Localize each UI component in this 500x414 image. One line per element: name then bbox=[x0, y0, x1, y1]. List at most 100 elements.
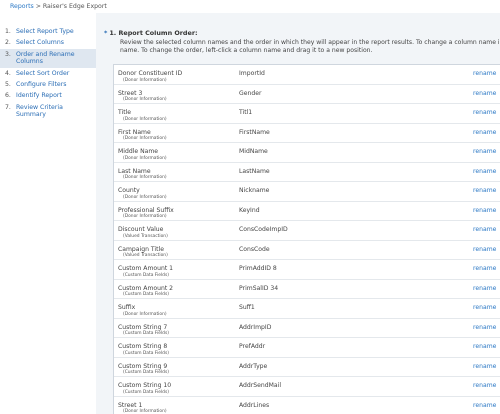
column-field-code: Nickname bbox=[239, 187, 270, 194]
column-name: Campaign Title bbox=[118, 245, 164, 253]
step-label: Order and Rename Columns bbox=[16, 50, 75, 66]
column-group: (Donor Information) bbox=[123, 409, 167, 414]
rename-link[interactable]: rename bbox=[473, 343, 496, 350]
column-order-list: Donor Constituent ID (Donor Information)… bbox=[113, 64, 500, 414]
column-field-code: AddrSendMail bbox=[239, 382, 282, 389]
step-identify-report[interactable]: 6. Identify Report bbox=[0, 90, 96, 101]
column-name: Suffix bbox=[118, 304, 136, 311]
rename-link[interactable]: rename bbox=[473, 70, 496, 77]
rename-link[interactable]: rename bbox=[473, 226, 496, 233]
column-row[interactable]: Last Name (Donor Information) LastName r… bbox=[114, 163, 500, 182]
column-name: Custom Amount 2 bbox=[118, 284, 174, 292]
column-name: Street 3 bbox=[118, 89, 143, 97]
rename-link[interactable]: rename bbox=[473, 187, 496, 194]
column-field-code: PrefAddr bbox=[239, 343, 266, 350]
rename-link[interactable]: rename bbox=[473, 109, 496, 116]
column-group: (Custom Data Fields) bbox=[123, 272, 169, 278]
column-name: Custom String 9 bbox=[118, 362, 168, 370]
step-select-sort-order[interactable]: 4. Select Sort Order bbox=[0, 68, 96, 79]
step-order-and-rename-columns[interactable]: 3. Order and Rename Columns bbox=[0, 48, 96, 68]
column-field-code: Titl1 bbox=[239, 109, 253, 116]
column-group: (Custom Data Fields) bbox=[123, 350, 169, 356]
column-field-code: AddrImpID bbox=[239, 323, 272, 331]
step-configure-filters[interactable]: 5. Configure Filters bbox=[0, 79, 96, 90]
column-name: Street 1 bbox=[118, 401, 143, 409]
column-row[interactable]: Professional Suffix (Donor Information) … bbox=[114, 202, 500, 221]
step-select-columns[interactable]: 2. Select Columns bbox=[0, 37, 96, 48]
column-row[interactable]: First Name (Donor Information) FirstName… bbox=[114, 124, 500, 143]
column-row[interactable]: Middle Name (Donor Information) MidName … bbox=[114, 143, 500, 163]
column-group: (Donor Information) bbox=[123, 116, 167, 122]
rename-link[interactable]: rename bbox=[473, 304, 496, 311]
rename-link[interactable]: rename bbox=[473, 324, 496, 331]
breadcrumb-current: Raiser's Edge Export bbox=[42, 3, 107, 10]
column-name: Professional Suffix bbox=[118, 206, 174, 214]
column-field-code: ConsCode bbox=[239, 245, 270, 253]
column-row[interactable]: Custom String 10 (Custom Data Fields) Ad… bbox=[114, 377, 500, 397]
column-field-code: MidName bbox=[239, 148, 268, 155]
rename-link[interactable]: rename bbox=[473, 402, 496, 409]
column-row[interactable]: Custom Amount 1 (Custom Data Fields) Pri… bbox=[114, 260, 500, 280]
column-group: (Donor Information) bbox=[123, 97, 167, 102]
column-row[interactable]: County (Donor Information) Nickname rena… bbox=[114, 182, 500, 202]
column-row[interactable]: Street 3 (Donor Information) Gender rena… bbox=[114, 85, 500, 104]
column-field-code: ImportId bbox=[239, 70, 265, 77]
column-field-code: Gender bbox=[239, 89, 262, 97]
step-label: Identify Report bbox=[16, 92, 62, 100]
section-heading: * 1. Report Column Order: bbox=[104, 29, 198, 37]
rename-link[interactable]: rename bbox=[473, 265, 496, 272]
column-field-code: KeyInd bbox=[239, 206, 260, 214]
column-field-code: AddrType bbox=[239, 362, 268, 370]
column-group: (Donor Information) bbox=[123, 214, 167, 219]
rename-link[interactable]: rename bbox=[473, 90, 496, 97]
column-row[interactable]: Discount Value (Valued Transaction) Cons… bbox=[114, 221, 500, 241]
column-name: First Name bbox=[118, 128, 151, 136]
column-row[interactable]: Street 1 (Donor Information) AddrLines r… bbox=[114, 397, 500, 414]
column-group: (Donor Information) bbox=[123, 311, 167, 317]
column-row[interactable]: Title (Donor Information) Titl1 rename bbox=[114, 104, 500, 124]
column-field-code: PrimAddID 8 bbox=[239, 265, 277, 272]
column-name: Middle Name bbox=[118, 148, 159, 155]
rename-link[interactable]: rename bbox=[473, 148, 496, 155]
rename-link[interactable]: rename bbox=[473, 168, 496, 175]
breadcrumb-reports-link[interactable]: Reports bbox=[10, 3, 34, 10]
column-row[interactable]: Custom String 9 (Custom Data Fields) Add… bbox=[114, 358, 500, 377]
step-number: 6. bbox=[5, 92, 11, 100]
step-number: 3. bbox=[5, 50, 11, 58]
column-group: (Donor Information) bbox=[123, 155, 167, 161]
rename-link[interactable]: rename bbox=[473, 207, 496, 214]
rename-link[interactable]: rename bbox=[473, 246, 496, 253]
column-field-code: ConsCodeImpID bbox=[239, 226, 288, 233]
required-marker: * bbox=[104, 29, 108, 37]
step-select-report-type[interactable]: 1. Select Report Type bbox=[0, 26, 96, 37]
column-field-code: Suff1 bbox=[239, 304, 255, 311]
step-number: 7. bbox=[5, 103, 11, 111]
column-row[interactable]: Custom String 8 (Custom Data Fields) Pre… bbox=[114, 338, 500, 358]
step-number: 1. bbox=[5, 28, 11, 35]
column-field-code: AddrLines bbox=[239, 401, 270, 409]
column-row[interactable]: Custom String 7 (Custom Data Fields) Add… bbox=[114, 319, 500, 338]
column-row[interactable]: Suffix (Donor Information) Suff1 rename bbox=[114, 299, 500, 319]
rename-link[interactable]: rename bbox=[473, 129, 496, 136]
column-name: Custom Amount 1 bbox=[118, 265, 174, 272]
step-review-criteria-summary[interactable]: 7. Review Criteria Summary bbox=[0, 102, 96, 121]
column-name: Donor Constituent ID bbox=[118, 70, 183, 77]
column-row[interactable]: Campaign Title (Valued Transaction) Cons… bbox=[114, 241, 500, 260]
step-label: Select Sort Order bbox=[16, 69, 70, 77]
column-group: (Custom Data Fields) bbox=[123, 292, 169, 297]
rename-link[interactable]: rename bbox=[473, 363, 496, 370]
column-group: (Donor Information) bbox=[123, 136, 167, 141]
column-group: (Donor Information) bbox=[123, 194, 167, 200]
column-group: (Custom Data Fields) bbox=[123, 370, 169, 375]
rename-link[interactable]: rename bbox=[473, 285, 496, 292]
section-description: Review the selected column names and the… bbox=[120, 39, 500, 54]
column-group: (Custom Data Fields) bbox=[123, 331, 169, 336]
column-field-code: LastName bbox=[239, 167, 270, 175]
column-group: (Donor Information) bbox=[123, 175, 167, 180]
column-field-code: FirstName bbox=[239, 128, 270, 136]
column-row[interactable]: Donor Constituent ID (Donor Information)… bbox=[114, 65, 500, 85]
rename-link[interactable]: rename bbox=[473, 382, 496, 389]
column-row[interactable]: Custom Amount 2 (Custom Data Fields) Pri… bbox=[114, 280, 500, 299]
section-title: 1. Report Column Order: bbox=[109, 29, 198, 37]
column-name: Custom String 7 bbox=[118, 323, 168, 331]
